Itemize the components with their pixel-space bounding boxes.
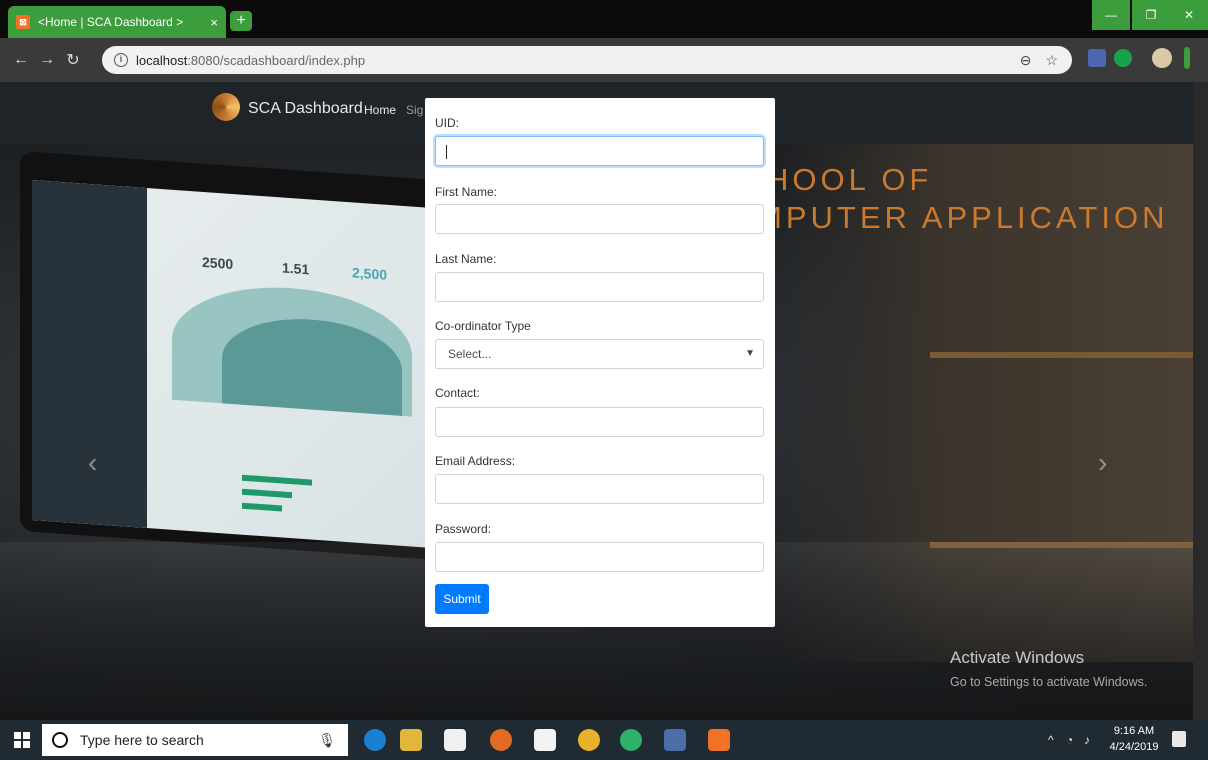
laptop-bar [242, 502, 282, 512]
email-label: Email Address: [435, 454, 516, 468]
xampp-icon[interactable] [708, 729, 730, 751]
window-restore-button[interactable]: ❐ [1132, 0, 1170, 30]
windows-start-icon[interactable] [14, 732, 30, 748]
laptop-stat: 1.51 [282, 259, 310, 278]
uid-input[interactable] [435, 136, 764, 166]
nav-link-sign[interactable]: Sig [406, 103, 423, 117]
extension-shield-icon[interactable] [1088, 49, 1106, 67]
new-tab-button[interactable]: + [230, 11, 252, 31]
zoom-icon[interactable]: ⊖ [1020, 52, 1032, 69]
first-name-input[interactable] [435, 204, 764, 234]
coordinator-type-label: Co-ordinator Type [435, 319, 531, 333]
clock-time[interactable]: 9:16 AM [1108, 725, 1160, 737]
store-icon[interactable] [444, 729, 466, 751]
laptop-stat: 2500 [202, 253, 234, 273]
email-input[interactable] [435, 474, 764, 504]
registration-form-modal: UID: First Name: Last Name: Co-ordinator… [425, 98, 775, 627]
cortana-icon [52, 732, 68, 748]
laptop-bar [242, 488, 292, 499]
microphone-icon[interactable]: 🎙 [318, 732, 336, 749]
window-close-button[interactable]: ✕ [1170, 0, 1208, 30]
tab-title: <Home | SCA Dashboard > [38, 15, 184, 29]
mail-icon[interactable] [534, 729, 556, 751]
activate-windows-title: Activate Windows [950, 648, 1085, 667]
chrome-icon[interactable] [578, 729, 600, 751]
nav-link-home[interactable]: Home [364, 103, 396, 117]
forward-arrow-icon[interactable]: → [34, 51, 60, 69]
volume-icon[interactable]: ♪ [1084, 733, 1090, 747]
first-name-label: First Name: [435, 185, 498, 199]
bookmark-star-icon[interactable]: ☆ [1045, 52, 1058, 69]
network-icon[interactable]: ◔ [1066, 733, 1073, 747]
file-explorer-icon[interactable] [400, 729, 422, 751]
edge-icon[interactable] [364, 729, 386, 751]
reload-icon[interactable]: ↻ [60, 50, 86, 70]
brand-logo-icon[interactable] [212, 93, 240, 121]
window-minimize-button[interactable]: — [1092, 0, 1130, 30]
last-name-label: Last Name: [435, 252, 497, 266]
hero-heading-line-2: MPUTER APPLICATION [756, 200, 1169, 235]
password-label: Password: [435, 522, 492, 536]
laptop-bar [242, 474, 312, 486]
tray-chevron-icon[interactable]: ^ [1048, 733, 1054, 747]
app-blue-icon[interactable] [664, 729, 686, 751]
taskbar-search-box[interactable]: Type here to search 🎙 [42, 724, 348, 756]
app-green-icon[interactable] [620, 729, 642, 751]
profile-avatar[interactable] [1152, 48, 1172, 68]
contact-label: Contact: [435, 386, 480, 400]
extension-grammarly-icon[interactable] [1114, 49, 1132, 67]
clock-date[interactable]: 4/24/2019 [1106, 741, 1162, 753]
laptop-stat: 2,500 [352, 264, 388, 283]
last-name-input[interactable] [435, 272, 764, 302]
windows-taskbar: Type here to search 🎙 ^ ◔ ♪ 9:16 AM 4/24… [0, 720, 1208, 760]
background-shelf-board [930, 352, 1193, 358]
firefox-icon[interactable] [490, 729, 512, 751]
xampp-favicon-icon: ⊠ [16, 15, 30, 29]
browser-tab-bar: ⊠ <Home | SCA Dashboard > × + — ❐ ✕ [0, 0, 1208, 38]
back-arrow-icon[interactable]: ← [8, 51, 34, 69]
browser-tab-active[interactable]: ⊠ <Home | SCA Dashboard > × [8, 6, 226, 38]
carousel-next-icon[interactable]: › [1098, 447, 1107, 479]
uid-label: UID: [435, 116, 459, 130]
brand-name[interactable]: SCA Dashboard [248, 100, 363, 118]
menu-kebab-icon[interactable] [1184, 47, 1190, 69]
taskbar-search-placeholder: Type here to search [80, 732, 204, 748]
dropdown-arrow-icon: ▼ [745, 348, 755, 359]
url-host: localhost [136, 52, 188, 68]
coordinator-type-select[interactable]: Select... ▼ [435, 339, 764, 369]
tab-close-icon[interactable]: × [210, 15, 218, 30]
info-icon[interactable]: i [114, 53, 128, 67]
address-bar[interactable]: i localhost:8080/scadashboard/index.php … [102, 46, 1072, 74]
contact-input[interactable] [435, 407, 764, 437]
carousel-prev-icon[interactable]: ‹ [88, 447, 97, 479]
password-input[interactable] [435, 542, 764, 572]
hero-heading-line-1: HOOL OF [766, 162, 933, 197]
activate-windows-subtitle: Go to Settings to activate Windows. [950, 675, 1148, 689]
browser-toolbar: ← → ↻ i localhost:8080/scadashboard/inde… [0, 38, 1208, 82]
text-caret [446, 145, 447, 159]
laptop-screen: 2500 1.51 2,500 [32, 180, 432, 548]
notifications-icon[interactable] [1172, 731, 1186, 747]
coordinator-type-selected: Select... [448, 347, 492, 361]
url-path: :8080/scadashboard/index.php [187, 52, 366, 68]
submit-button[interactable]: Submit [435, 584, 489, 614]
page-scrollbar[interactable] [1193, 82, 1208, 720]
